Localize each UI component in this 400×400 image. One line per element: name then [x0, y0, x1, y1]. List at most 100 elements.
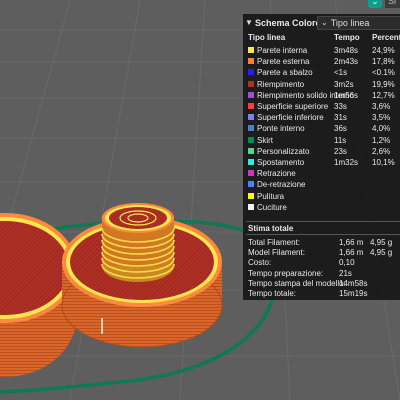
slice-tab[interactable]: Sl: [385, 0, 400, 8]
legend-row[interactable]: Superficie superiore 33s 3,6%: [243, 101, 400, 112]
stats-title: Stima totale: [248, 224, 294, 233]
legend-title: Schema Colore: [255, 17, 321, 28]
legend-row[interactable]: Ponte interno 36s 4,0%: [243, 123, 400, 134]
legend-row[interactable]: De-retrazione: [243, 179, 400, 190]
stat-value-secondary: 4,95 g: [370, 238, 393, 247]
stat-row: Tempo stampa del modello: 14m58s: [243, 279, 400, 289]
view-type-select[interactable]: ⌄ Tipo linea: [317, 15, 400, 30]
stat-label: Tempo stampa del modello:: [248, 278, 346, 288]
feature-time: 31s: [334, 113, 347, 123]
divider: [246, 234, 400, 235]
color-swatch: [248, 136, 254, 143]
feature-time: 1m56s: [334, 90, 359, 100]
color-swatch: [248, 114, 254, 121]
legend-row[interactable]: Parete a sbalzo <1s <0.1%: [243, 67, 400, 78]
col-header-type: Tipo linea: [248, 33, 286, 42]
stat-row: Total Filament: 1,66 m 4,95 g: [243, 238, 400, 248]
stat-value: 21s: [339, 268, 352, 278]
view-type-value: Tipo linea: [330, 17, 370, 28]
stat-value: 15m19s: [339, 289, 368, 298]
feature-percent: 10,1%: [372, 158, 395, 167]
toolbar-toggle-button[interactable]: ⌄: [368, 0, 382, 8]
feature-percent: 2,6%: [372, 146, 391, 156]
chevron-down-icon: ⌄: [321, 18, 328, 27]
feature-name: Cuciture: [257, 202, 287, 212]
stat-label: Total Filament:: [248, 238, 301, 247]
feature-percent: <0.1%: [372, 68, 395, 78]
color-swatch: [248, 91, 254, 98]
stat-value: 14m58s: [339, 278, 368, 288]
legend-row[interactable]: Personalizzato 23s 2,6%: [243, 146, 400, 157]
color-swatch: [248, 181, 254, 188]
color-swatch: [248, 159, 254, 165]
legend-row[interactable]: Spostamento 1m32s 10,1%: [243, 157, 400, 168]
feature-time: 11s: [334, 135, 347, 145]
stat-row: Model Filament: 1,66 m 4,95 g: [243, 248, 400, 258]
color-swatch: [248, 147, 254, 154]
stat-value: 1,66 m: [339, 238, 364, 247]
legend-row[interactable]: Pulitura: [243, 191, 400, 202]
feature-name: De-retrazione: [257, 180, 306, 190]
feature-name: Parete interna: [257, 46, 308, 55]
stat-label: Model Filament:: [248, 248, 305, 258]
legend-header: ▼ Schema Colore ⌄ Tipo linea: [243, 14, 400, 31]
color-scheme-legend-panel: ▼ Schema Colore ⌄ Tipo linea Tipo linea …: [243, 14, 400, 300]
stat-label: Tempo totale:: [248, 289, 297, 298]
feature-time: 1m32s: [334, 158, 359, 167]
feature-percent: 4,0%: [372, 124, 391, 134]
legend-row[interactable]: Superficie inferiore 31s 3,5%: [243, 112, 400, 123]
feature-name: Riempimento: [257, 79, 305, 89]
feature-time: 3m48s: [334, 46, 359, 55]
stat-row: Costo: 0,10: [243, 258, 400, 268]
feature-name: Ponte interno: [257, 124, 305, 134]
color-swatch: [248, 192, 254, 199]
stat-value: 1,66 m: [339, 248, 364, 258]
color-swatch: [248, 47, 254, 53]
col-header-percent: Percentuale: [372, 33, 400, 42]
color-swatch: [248, 203, 254, 210]
col-header-time: Tempo: [334, 33, 360, 42]
stat-row: Tempo preparazione: 21s: [243, 269, 400, 279]
stat-row: Tempo totale: 15m19s: [243, 289, 400, 299]
feature-name: Skirt: [257, 135, 273, 145]
feature-name: Personalizzato: [257, 146, 310, 156]
color-swatch: [248, 170, 254, 177]
feature-name: Parete esterna: [257, 57, 310, 67]
feature-percent: 19,9%: [372, 79, 395, 89]
feature-percent: 12,7%: [372, 90, 395, 100]
color-swatch: [248, 69, 254, 76]
feature-percent: 1,2%: [372, 135, 391, 145]
feature-time: 33s: [334, 102, 347, 111]
legend-column-headers: Tipo linea Tempo Percentuale: [243, 31, 400, 44]
legend-row[interactable]: Cuciture: [243, 202, 400, 213]
feature-time: 2m43s: [334, 57, 359, 67]
legend-row[interactable]: Retrazione: [243, 168, 400, 179]
feature-percent: 3,5%: [372, 113, 391, 123]
feature-percent: 17,8%: [372, 57, 395, 67]
feature-percent: 3,6%: [372, 102, 391, 111]
color-swatch: [248, 125, 254, 132]
feature-name: Spostamento: [257, 158, 305, 167]
feature-name: Pulitura: [257, 191, 285, 201]
collapse-arrow-icon[interactable]: ▼: [243, 18, 255, 27]
feature-time: 36s: [334, 124, 347, 134]
feature-name: Retrazione: [257, 169, 296, 179]
feature-name: Parete a sbalzo: [257, 68, 313, 78]
color-swatch: [248, 103, 254, 109]
divider: [246, 221, 400, 222]
legend-row[interactable]: Parete interna 3m48s 24,9%: [243, 45, 400, 56]
feature-name: Superficie inferiore: [257, 113, 324, 123]
legend-row[interactable]: Riempimento solido interno 1m56s 12,7%: [243, 90, 400, 101]
stat-value: 0,10: [339, 258, 355, 268]
feature-time: <1s: [334, 68, 348, 78]
feature-name: Superficie superiore: [257, 102, 329, 111]
legend-row[interactable]: Parete esterna 2m43s 17,8%: [243, 56, 400, 67]
stat-label: Tempo preparazione:: [248, 268, 324, 278]
feature-time: 23s: [334, 146, 347, 156]
color-swatch: [248, 80, 254, 87]
feature-time: 3m2s: [334, 79, 354, 89]
feature-percent: 24,9%: [372, 46, 395, 55]
color-swatch: [248, 58, 254, 65]
legend-row[interactable]: Skirt 11s 1,2%: [243, 135, 400, 146]
legend-row[interactable]: Riempimento 3m2s 19,9%: [243, 79, 400, 90]
